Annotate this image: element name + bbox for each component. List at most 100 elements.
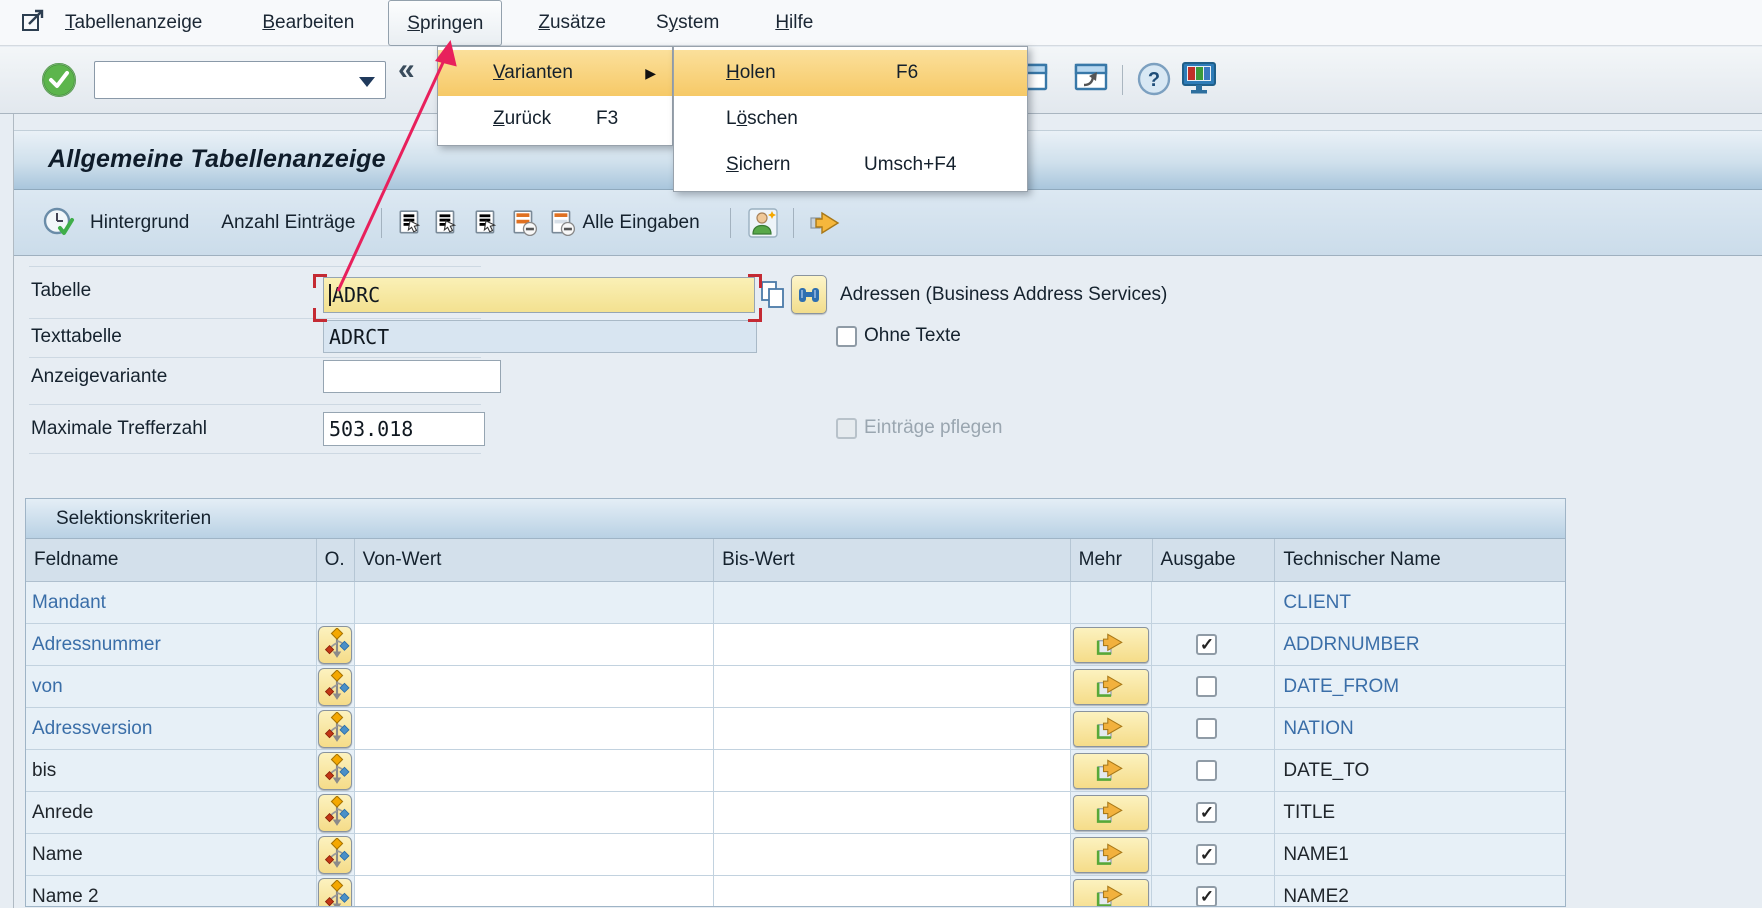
- copy-icon[interactable]: [760, 280, 787, 313]
- menu-item-loeschen[interactable]: Löschen: [674, 96, 1027, 142]
- deselect-all-icon[interactable]: [472, 209, 500, 237]
- alle-eingaben-button[interactable]: Alle Eingaben: [582, 212, 699, 234]
- bis-wert-cell[interactable]: [714, 624, 1071, 665]
- command-field: [94, 61, 386, 99]
- toolbar-separator: [730, 208, 731, 238]
- export-arrow-icon[interactable]: [808, 208, 842, 238]
- bis-wert-cell[interactable]: [714, 582, 1071, 623]
- ausgabe-checkbox[interactable]: [1196, 802, 1217, 823]
- toolbar-separator: [793, 208, 794, 238]
- table-row: Adressnummer ADDRNUMBER: [26, 624, 1565, 666]
- table-row: bis DATE_TO: [26, 750, 1565, 792]
- von-wert-cell[interactable]: [355, 792, 715, 833]
- more-selection-options-icon[interactable]: [1073, 627, 1149, 663]
- bis-wert-cell[interactable]: [714, 708, 1071, 749]
- ohne-texte-label: Ohne Texte: [864, 325, 961, 347]
- von-wert-cell[interactable]: [355, 876, 715, 907]
- menu-item-zurueck[interactable]: Zurück F3: [438, 96, 672, 142]
- menu-item-varianten[interactable]: Varianten ▶: [438, 50, 672, 96]
- von-wert-cell[interactable]: [355, 750, 715, 791]
- execute-clock-icon[interactable]: [42, 206, 76, 240]
- menu-tabellenanzeige[interactable]: Tabellenanzeige: [61, 0, 206, 46]
- von-wert-cell[interactable]: [355, 834, 715, 875]
- anzahl-eintraege-button[interactable]: Anzahl Einträge: [221, 212, 355, 234]
- anzeigevariante-input[interactable]: [323, 360, 501, 393]
- more-selection-options-icon[interactable]: [1073, 669, 1149, 705]
- ausgabe-checkbox[interactable]: [1196, 718, 1217, 739]
- col-bis-wert: Bis-Wert: [714, 539, 1071, 581]
- von-wert-cell[interactable]: [355, 708, 715, 749]
- collapse-toolbar-icon[interactable]: «: [398, 53, 415, 87]
- col-feldname: Feldname: [26, 539, 317, 581]
- submenu-arrow-icon: ▶: [645, 50, 656, 96]
- von-wert-cell[interactable]: [355, 582, 715, 623]
- anzeigevariante-label: Anzeigevariante: [31, 366, 167, 388]
- shortcut-window-arrow-icon[interactable]: [1074, 61, 1110, 102]
- field-name: Name: [32, 844, 83, 866]
- delete-selection-icon[interactable]: [510, 209, 538, 237]
- help-icon[interactable]: ?: [1136, 61, 1172, 102]
- varianten-submenu: Holen F6 Löschen Sichern Umsch+F4: [673, 46, 1028, 192]
- multi-select-icon[interactable]: [318, 710, 352, 748]
- menu-bearbeiten[interactable]: Bearbeiten: [258, 0, 358, 46]
- ausgabe-checkbox[interactable]: [1196, 634, 1217, 655]
- von-wert-cell[interactable]: [355, 624, 715, 665]
- enter-check-icon[interactable]: [40, 61, 78, 99]
- menu-item-sichern[interactable]: Sichern Umsch+F4: [674, 142, 1027, 188]
- shortcut-label: Umsch+F4: [864, 142, 956, 188]
- tabelle-input[interactable]: ADRC: [323, 277, 755, 313]
- shortcut-label: F3: [596, 96, 618, 142]
- multi-select-icon[interactable]: [318, 626, 352, 664]
- multi-select-icon[interactable]: [318, 878, 352, 908]
- field-name: Adressnummer: [32, 634, 161, 656]
- tabelle-label: Tabelle: [31, 280, 91, 302]
- exit-icon[interactable]: [20, 7, 47, 39]
- bis-wert-cell[interactable]: [714, 750, 1071, 791]
- bis-wert-cell[interactable]: [714, 834, 1071, 875]
- menu-zusaetze[interactable]: Zusätze: [534, 0, 610, 46]
- menu-springen[interactable]: Springen: [388, 0, 502, 46]
- more-selection-options-icon[interactable]: [1073, 711, 1149, 747]
- command-dropdown-icon[interactable]: [359, 77, 375, 87]
- multi-select-icon[interactable]: [318, 668, 352, 706]
- ausgabe-checkbox[interactable]: [1196, 676, 1217, 697]
- binoculars-find-icon[interactable]: [791, 275, 827, 314]
- customize-layout-monitor-icon[interactable]: [1180, 61, 1220, 102]
- more-selection-options-icon[interactable]: [1073, 837, 1149, 873]
- divider: [29, 453, 481, 454]
- bis-wert-cell[interactable]: [714, 792, 1071, 833]
- select-all-icon[interactable]: [396, 209, 424, 237]
- multi-select-icon[interactable]: [318, 752, 352, 790]
- table-row: Adressversion NATION: [26, 708, 1565, 750]
- table-row: Name NAME1: [26, 834, 1565, 876]
- ausgabe-checkbox[interactable]: [1196, 844, 1217, 865]
- ohne-texte-checkbox[interactable]: [836, 326, 857, 347]
- divider: [29, 266, 481, 267]
- ausgabe-checkbox[interactable]: [1196, 886, 1217, 907]
- delete-all-selections-icon[interactable]: [548, 209, 576, 237]
- toolbar-separator: [1122, 65, 1123, 95]
- more-selection-options-icon[interactable]: [1073, 879, 1149, 908]
- more-selection-options-icon[interactable]: [1073, 753, 1149, 789]
- eintraege-pflegen-checkbox-row: Einträge pflegen: [836, 417, 1002, 439]
- command-input[interactable]: [99, 64, 349, 96]
- menu-system[interactable]: System: [652, 0, 723, 46]
- eintraege-pflegen-label: Einträge pflegen: [864, 417, 1002, 439]
- hintergrund-button[interactable]: Hintergrund: [90, 212, 189, 234]
- multi-select-icon[interactable]: [318, 794, 352, 832]
- col-ausgabe: Ausgabe: [1153, 539, 1276, 581]
- max-trefferzahl-input[interactable]: 503.018: [323, 412, 485, 446]
- ohne-texte-checkbox-row: Ohne Texte: [836, 325, 961, 347]
- texttabelle-input[interactable]: ADRCT: [323, 320, 757, 353]
- more-selection-options-icon[interactable]: [1073, 795, 1149, 831]
- selection-criteria-group: Selektionskriterien Feldname O. Von-Wert…: [25, 498, 1566, 907]
- menu-hilfe[interactable]: Hilfe: [771, 0, 817, 46]
- user-parameters-icon[interactable]: [747, 207, 779, 239]
- von-wert-cell[interactable]: [355, 666, 715, 707]
- ausgabe-checkbox[interactable]: [1196, 760, 1217, 781]
- multi-select-icon[interactable]: [318, 836, 352, 874]
- menu-item-holen[interactable]: Holen F6: [674, 50, 1027, 96]
- bis-wert-cell[interactable]: [714, 876, 1071, 907]
- select-block-icon[interactable]: [432, 209, 460, 237]
- bis-wert-cell[interactable]: [714, 666, 1071, 707]
